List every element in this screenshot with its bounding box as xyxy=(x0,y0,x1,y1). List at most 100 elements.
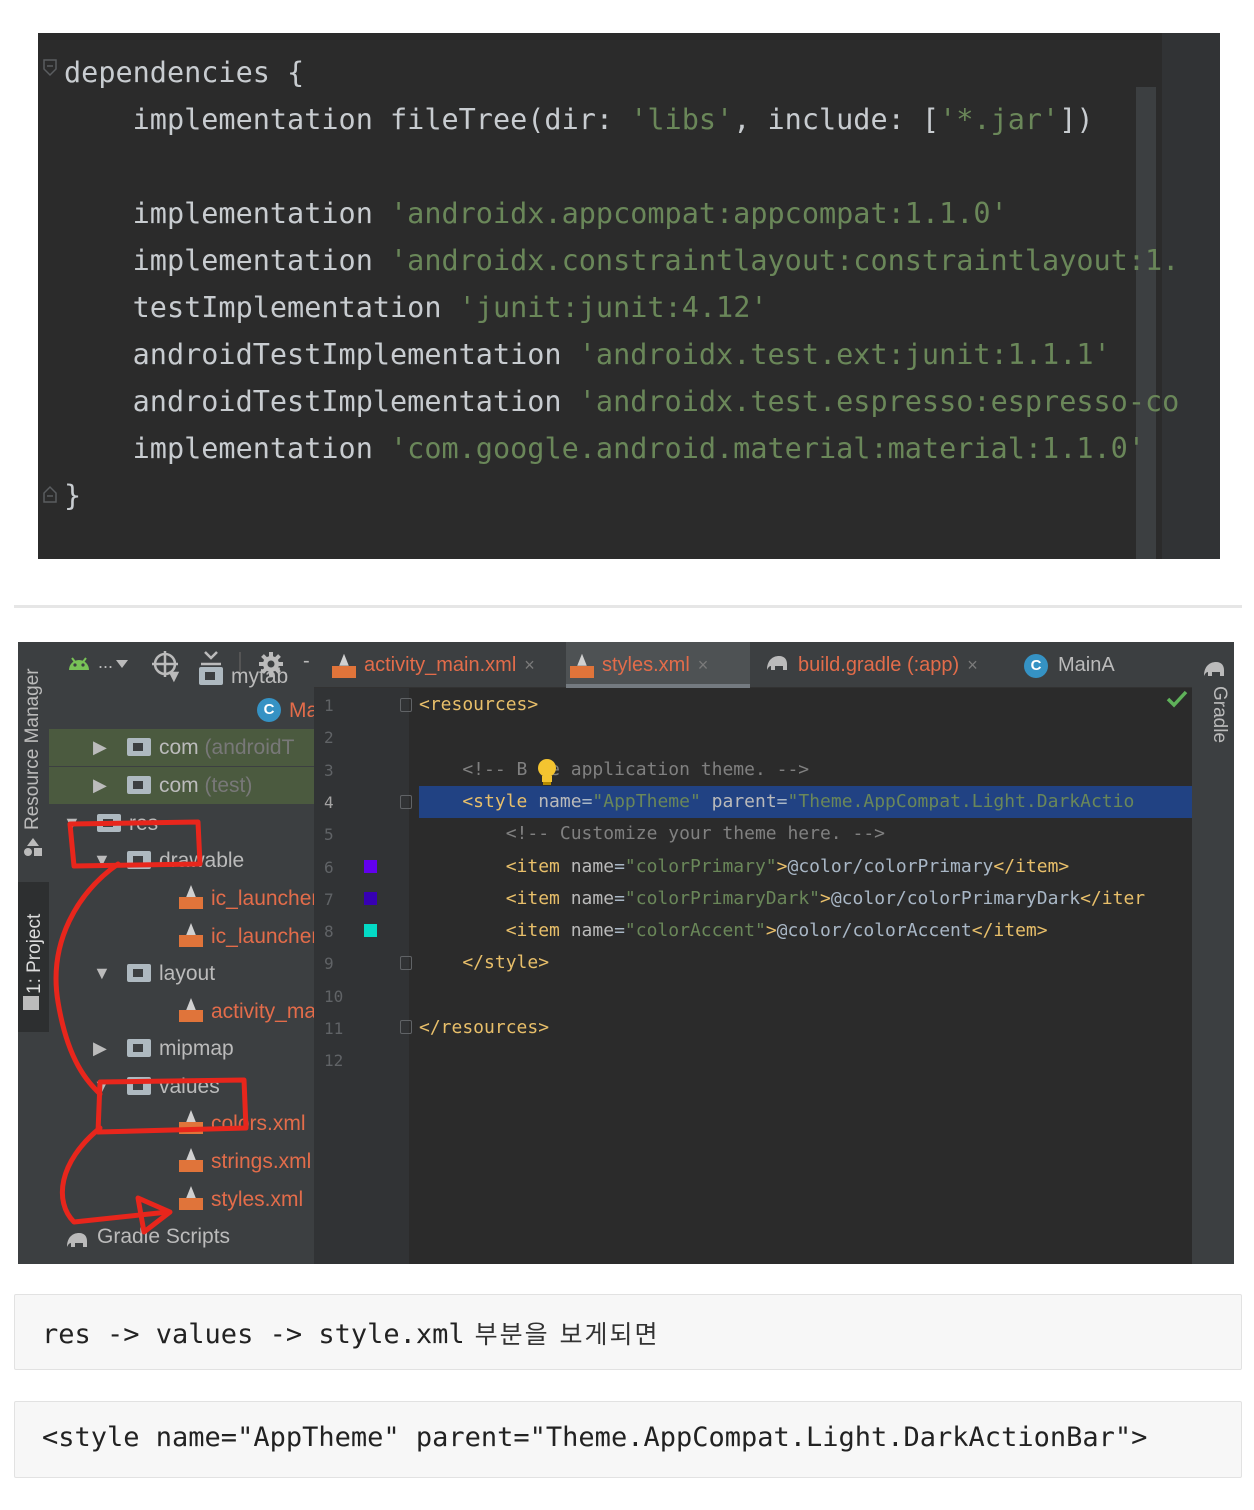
tree-item-res[interactable]: ▼ res xyxy=(49,805,314,842)
string-literal: 'androidx.constraintlayout:constraintlay… xyxy=(390,244,1180,277)
tree-item-label: mytab xyxy=(231,658,288,695)
code-line: implementation 'com.google.android.mater… xyxy=(64,425,1179,472)
tree-item-drawable[interactable]: ▼ drawable xyxy=(49,842,314,879)
close-icon[interactable]: × xyxy=(698,655,709,675)
color-accent-swatch[interactable] xyxy=(364,924,377,937)
collapsed-arrow-icon[interactable]: ▶ xyxy=(93,1030,107,1067)
code-token: > xyxy=(776,855,788,877)
tree-item-label: colors.xml xyxy=(211,1105,306,1142)
tree-item-gradle-scripts[interactable]: ▼Gradle Scripts xyxy=(49,1218,314,1255)
tree-item-strings-xml[interactable]: strings.xml xyxy=(49,1143,314,1180)
xml-icon xyxy=(332,653,356,678)
line-number: 1 xyxy=(324,696,334,715)
code-token: </item> xyxy=(993,855,1070,877)
tree-item-layout[interactable]: ▼ layout xyxy=(49,955,314,992)
xml-icon xyxy=(179,923,203,947)
right-tool-strip: Gradle xyxy=(1192,642,1234,1264)
code-token: name xyxy=(570,855,615,877)
project-folder-icon xyxy=(23,996,39,1010)
expanded-arrow-icon[interactable]: ▼ xyxy=(93,842,111,879)
code-text: , include: [ xyxy=(733,103,940,136)
tree-label-text: Mai xyxy=(289,699,314,722)
code-token: e application theme. --> xyxy=(549,758,810,780)
code-line: dependencies { xyxy=(64,49,1179,96)
expanded-arrow-icon[interactable]: ▼ xyxy=(93,1068,111,1105)
close-icon[interactable]: × xyxy=(967,655,978,675)
tree-item-values[interactable]: ▼ values xyxy=(49,1068,314,1105)
tree-item-ic-launcher[interactable]: ic_launcher xyxy=(49,918,314,955)
tree-label-text: Gradle Scripts xyxy=(97,1225,231,1248)
line-number: 9 xyxy=(324,954,334,974)
line-number: 11 xyxy=(324,1019,344,1038)
tab-label: MainA xyxy=(1058,654,1115,676)
close-icon[interactable]: × xyxy=(524,655,535,675)
tree-item-mipmap[interactable]: ▶ mipmap xyxy=(49,1030,314,1067)
tree-item-label: activity_ma xyxy=(211,993,314,1030)
gradle-icon xyxy=(764,643,790,689)
project-tab[interactable]: 1: Project xyxy=(24,914,46,994)
tree-item-mytab[interactable]: ▼ mytab xyxy=(49,658,314,695)
collapsed-arrow-icon[interactable]: ▶ xyxy=(93,767,107,804)
tree-item-styles-xml[interactable]: styles.xml xyxy=(49,1181,314,1218)
tree-item-label: mipmap xyxy=(159,1030,234,1067)
string-literal: 'androidx.appcompat:appcompat:1.1.0' xyxy=(390,197,1008,230)
code-token: = xyxy=(776,790,788,812)
line-number: 7 xyxy=(324,889,334,909)
tree-label-text: styles.xml xyxy=(211,1188,304,1211)
tree-item-label: ic_launcher xyxy=(211,880,314,917)
code-token: "AppTheme" xyxy=(592,790,712,812)
tab-maina[interactable]: C MainA xyxy=(1020,642,1150,688)
fold-icon[interactable] xyxy=(400,698,412,712)
path-note-block: res -> values -> style.xml 부분을 보게되면 xyxy=(14,1294,1242,1370)
code-token: </resources> xyxy=(419,1017,550,1038)
line-number: 5 xyxy=(324,825,334,845)
tree-item-com[interactable]: ▶ com (androidT xyxy=(49,729,314,766)
lightbulb-icon[interactable] xyxy=(536,758,558,786)
tree-item-label: res xyxy=(129,805,158,842)
code-line: androidTestImplementation 'androidx.test… xyxy=(64,331,1179,378)
tree-label-text: mytab xyxy=(231,665,289,688)
xml-icon xyxy=(179,1186,203,1210)
code-token: parent xyxy=(711,790,777,812)
fold-close-icon[interactable] xyxy=(42,485,58,503)
color-primary-dark-swatch[interactable] xyxy=(364,892,377,905)
folder-icon xyxy=(127,1039,151,1057)
fold-icon[interactable] xyxy=(400,956,412,970)
color-primary-swatch[interactable] xyxy=(364,860,377,873)
code-line: implementation 'androidx.constraintlayou… xyxy=(64,237,1180,284)
expanded-arrow-icon[interactable]: ▼ xyxy=(63,805,81,842)
editor-code-line: <!-- B e application theme. --> xyxy=(419,759,809,780)
xml-icon xyxy=(570,653,594,678)
tree-item-label: styles.xml xyxy=(211,1181,303,1218)
resource-manager-tab[interactable]: Resource Manager xyxy=(22,668,44,830)
editor-code-line: <style name="AppTheme" parent="Theme.App… xyxy=(419,791,1134,812)
code-token: name xyxy=(538,790,582,812)
tab-build-gradle-app-[interactable]: build.gradle (:app) × xyxy=(760,642,1014,688)
tab-styles-xml[interactable]: styles.xml × xyxy=(566,642,750,688)
gradle-tab[interactable]: Gradle xyxy=(1208,686,1230,743)
tab-label: build.gradle (:app) xyxy=(798,654,960,676)
tree-item-com[interactable]: ▶ com (test) xyxy=(49,767,314,804)
tree-item-mai[interactable]: C Mai xyxy=(49,692,314,729)
line-number: 10 xyxy=(324,986,344,1006)
tab-activity-main-xml[interactable]: activity_main.xml × xyxy=(328,642,560,688)
fold-open-icon[interactable] xyxy=(42,59,58,77)
fold-icon[interactable] xyxy=(400,1020,412,1034)
code-token: <item xyxy=(419,920,571,942)
code-line: testImplementation 'junit:junit:4.12' xyxy=(64,284,1179,331)
gradle-elephant-icon[interactable] xyxy=(1202,658,1226,678)
expanded-arrow-icon[interactable]: ▼ xyxy=(165,658,183,695)
tree-item-colors-xml[interactable]: colors.xml xyxy=(49,1105,314,1142)
code-line: } xyxy=(64,472,1179,519)
tree-item-activity-ma[interactable]: activity_ma xyxy=(49,993,314,1030)
editor-code-line: </style> xyxy=(419,952,549,973)
fold-icon[interactable] xyxy=(400,795,412,809)
tree-label-text: values xyxy=(159,1075,220,1098)
tab-label: styles.xml xyxy=(602,654,690,676)
expanded-arrow-icon[interactable]: ▼ xyxy=(93,955,111,992)
collapsed-arrow-icon[interactable]: ▶ xyxy=(93,729,107,766)
tree-item-ic-launcher[interactable]: ic_launcher xyxy=(49,880,314,917)
tree-item-label: Gradle Scripts xyxy=(97,1218,230,1255)
folder-icon xyxy=(127,738,151,756)
folder-icon xyxy=(127,851,151,869)
